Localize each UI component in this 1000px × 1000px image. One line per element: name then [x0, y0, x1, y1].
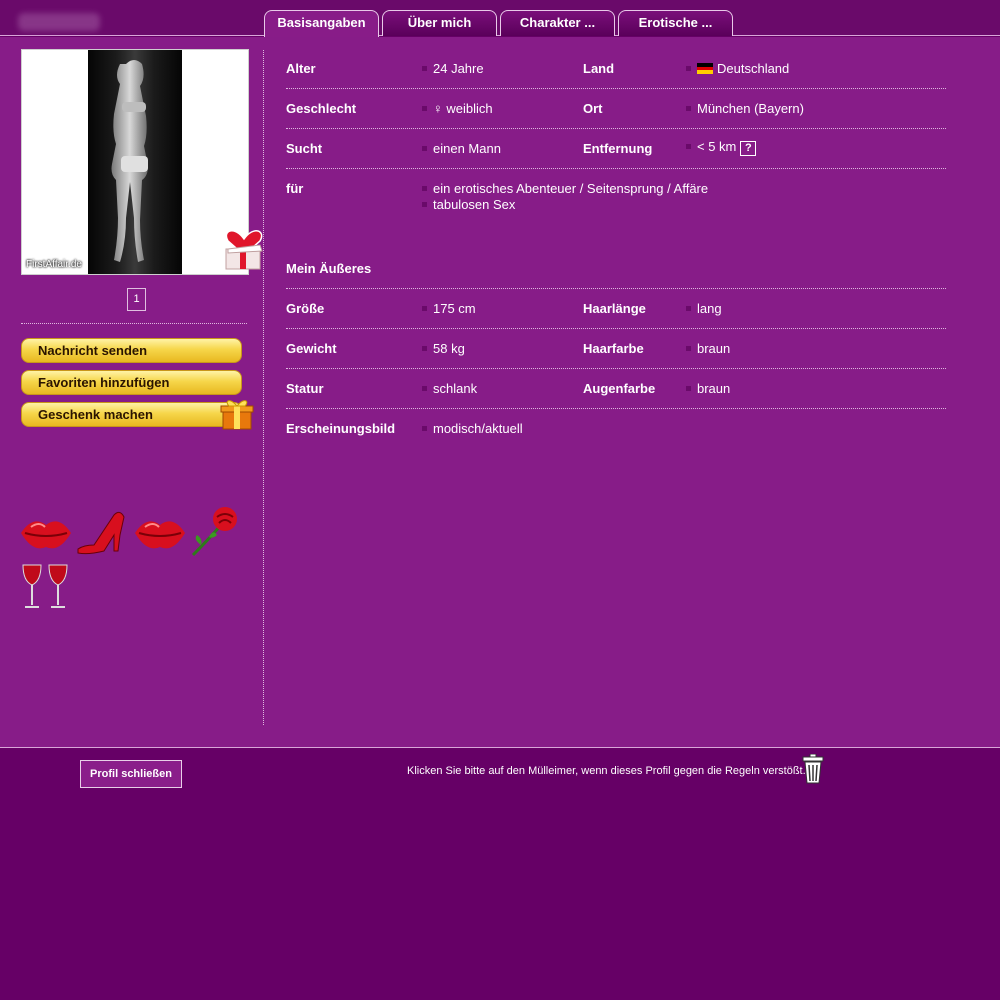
profile-photo[interactable]: FirstAffair.de — [21, 49, 249, 275]
value-erscheinungsbild: modisch/aktuell — [422, 421, 523, 436]
value-haarfarbe: braun — [686, 341, 730, 356]
value-land: Deutschland — [686, 61, 789, 76]
row-sucht-entfernung: Sucht einen Mann Entfernung < 5 km? — [286, 129, 946, 169]
value-fuer-2: tabulosen Sex — [421, 197, 708, 213]
photo-watermark: FirstAffair.de — [26, 259, 82, 270]
value-alter: 24 Jahre — [422, 61, 484, 76]
kiss-lips-icon[interactable] — [19, 507, 73, 559]
row-geschlecht-ort: Geschlecht ♀ weiblich Ort München (Bayer… — [286, 89, 946, 129]
send-message-button[interactable]: Nachricht senden — [21, 338, 242, 363]
value-haarlaenge: lang — [686, 301, 722, 316]
help-icon[interactable]: ? — [740, 141, 757, 156]
column-divider — [263, 50, 264, 725]
tab-basisangaben[interactable]: Basisangaben — [264, 10, 379, 37]
label-entfernung: Entfernung — [583, 141, 653, 156]
blurred-username — [18, 13, 100, 31]
kiss-lips-icon[interactable] — [133, 507, 187, 559]
red-high-heel-icon[interactable] — [74, 505, 128, 557]
label-augenfarbe: Augenfarbe — [583, 381, 656, 396]
profile-panel: FirstAffair.de 1 Nachricht senden Favori… — [0, 37, 1000, 747]
trash-icon[interactable] — [801, 754, 825, 784]
row-section-title: Mein Äußeres — [286, 249, 946, 289]
value-entfernung-text: < 5 km — [697, 139, 737, 154]
label-gewicht: Gewicht — [286, 341, 337, 356]
gift-box-icon[interactable] — [220, 397, 254, 431]
tab-ueber-mich[interactable]: Über mich — [382, 10, 497, 36]
value-ort: München (Bayern) — [686, 101, 804, 116]
label-haarfarbe: Haarfarbe — [583, 341, 644, 356]
profile-tabs: Basisangaben Über mich Charakter ... Ero… — [264, 10, 733, 37]
close-profile-button[interactable]: Profil schließen — [80, 760, 182, 788]
value-entfernung: < 5 km? — [686, 139, 757, 156]
label-haarlaenge: Haarlänge — [583, 301, 646, 316]
german-flag-icon — [697, 63, 713, 74]
row-fuer: für ein erotisches Abenteuer / Seitenspr… — [286, 169, 946, 249]
footer-bar: Profil schließen Klicken Sie bitte auf d… — [0, 747, 1000, 1000]
row-statur-augenfarbe: Statur schlank Augenfarbe braun — [286, 369, 946, 409]
label-land: Land — [583, 61, 615, 76]
value-gewicht: 58 kg — [422, 341, 465, 356]
label-sucht: Sucht — [286, 141, 323, 156]
row-alter-land: Alter 24 Jahre Land Deutschland — [286, 49, 946, 89]
value-fuer-1: ein erotisches Abenteuer / Seitensprung … — [433, 181, 709, 196]
photo-page-1[interactable]: 1 — [127, 288, 146, 311]
value-geschlecht: ♀ weiblich — [422, 101, 493, 116]
row-groesse-haarlaenge: Größe 175 cm Haarlänge lang — [286, 289, 946, 329]
photo-figure — [111, 60, 148, 262]
red-rose-icon[interactable] — [187, 505, 241, 557]
tab-charakter[interactable]: Charakter ... — [500, 10, 615, 36]
value-groesse: 175 cm — [422, 301, 476, 316]
wine-glasses-icon[interactable] — [19, 561, 73, 613]
value-augenfarbe: braun — [686, 381, 730, 396]
send-gift-button[interactable]: Geschenk machen — [21, 402, 242, 427]
value-statur: schlank — [422, 381, 477, 396]
top-bar: Basisangaben Über mich Charakter ... Ero… — [0, 0, 1000, 37]
label-fuer: für — [286, 181, 304, 196]
label-ort: Ort — [583, 101, 603, 116]
value-land-text: Deutschland — [717, 61, 790, 76]
left-divider — [21, 323, 247, 324]
row-erscheinungsbild: Erscheinungsbild modisch/aktuell — [286, 409, 946, 449]
add-favorite-button[interactable]: Favoriten hinzufügen — [21, 370, 242, 395]
gift-heart-icon[interactable] — [220, 219, 268, 273]
label-groesse: Größe — [286, 301, 325, 316]
section-title-aeusseres: Mein Äußeres — [286, 261, 372, 276]
label-statur: Statur — [286, 381, 324, 396]
label-erscheinungsbild: Erscheinungsbild — [286, 421, 396, 436]
value-fuer: ein erotisches Abenteuer / Seitensprung … — [421, 181, 709, 213]
label-alter: Alter — [286, 61, 316, 76]
tab-erotische[interactable]: Erotische ... — [618, 10, 733, 36]
report-hint: Klicken Sie bitte auf den Mülleimer, wen… — [407, 765, 806, 777]
value-sucht: einen Mann — [422, 141, 501, 156]
label-geschlecht: Geschlecht — [286, 101, 357, 116]
row-gewicht-haarfarbe: Gewicht 58 kg Haarfarbe braun — [286, 329, 946, 369]
